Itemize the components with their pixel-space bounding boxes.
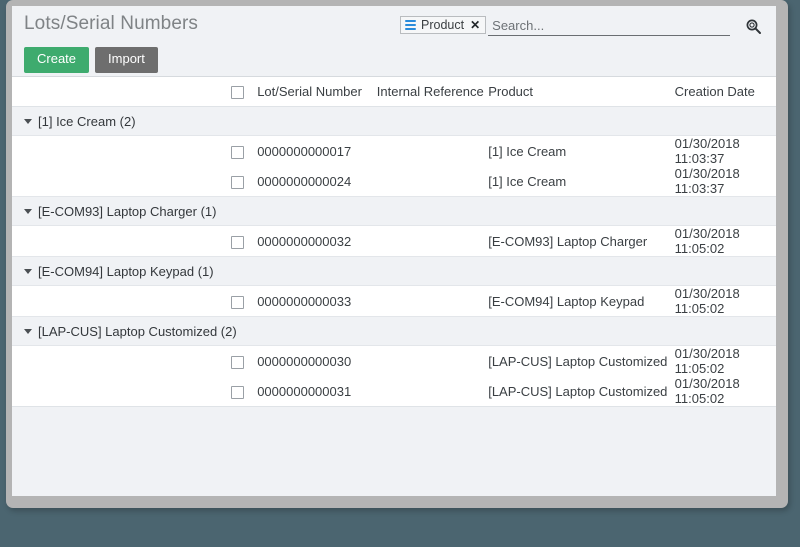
search-facet-product[interactable]: Product ✕: [400, 16, 486, 34]
caret-down-icon[interactable]: [24, 119, 32, 124]
window-content: Lots/Serial Numbers Product ✕: [12, 6, 776, 496]
row-checkbox[interactable]: [231, 176, 244, 189]
cell-internal-reference: [377, 376, 488, 406]
cell-product: [LAP-CUS] Laptop Customized: [488, 346, 674, 377]
search-facet-label: Product: [421, 19, 464, 32]
cell-internal-reference: [377, 136, 488, 167]
cell-creation-date: 01/30/2018 11:05:02: [675, 226, 776, 257]
table-row[interactable]: 0000000000017 [1] Ice Cream01/30/2018 11:…: [12, 136, 776, 167]
lots-list-table: Lot/Serial Number Internal Reference Pro…: [12, 77, 776, 406]
cell-internal-reference: [377, 346, 488, 377]
row-select-cell: [231, 136, 257, 167]
row-checkbox[interactable]: [231, 356, 244, 369]
select-all-cell: [231, 77, 257, 107]
row-select-cell: [231, 376, 257, 406]
list-lines-icon: [405, 20, 416, 30]
group-header-row[interactable]: [E-COM94] Laptop Keypad (1): [12, 257, 776, 286]
cell-creation-date: 01/30/2018 11:05:02: [675, 346, 776, 377]
cell-product: [1] Ice Cream: [488, 136, 674, 167]
table-row[interactable]: 0000000000033 [E-COM94] Laptop Keypad01/3…: [12, 286, 776, 317]
group-header-row[interactable]: [1] Ice Cream (2): [12, 107, 776, 136]
search-input[interactable]: [488, 16, 730, 36]
create-button[interactable]: Create: [24, 47, 89, 72]
cell-creation-date: 01/30/2018 11:05:02: [675, 376, 776, 406]
group-header-cell: [E-COM94] Laptop Keypad (1): [12, 257, 776, 286]
table-header: Lot/Serial Number Internal Reference Pro…: [12, 77, 776, 107]
table-row[interactable]: 0000000000032 [E-COM93] Laptop Charger01/…: [12, 226, 776, 257]
row-indent-cell: [12, 226, 231, 257]
header-internal-reference[interactable]: Internal Reference: [377, 77, 488, 107]
group-label: [1] Ice Cream (2): [38, 114, 136, 129]
row-checkbox[interactable]: [231, 386, 244, 399]
group-header-cell: [E-COM93] Laptop Charger (1): [12, 197, 776, 226]
row-checkbox[interactable]: [231, 146, 244, 159]
cell-lot-serial-number: 0000000000031: [257, 376, 377, 406]
table-row[interactable]: 0000000000031 [LAP-CUS] Laptop Customized…: [12, 376, 776, 406]
table-row[interactable]: 0000000000024 [1] Ice Cream01/30/2018 11:…: [12, 166, 776, 197]
top-bar: Lots/Serial Numbers Product ✕: [12, 6, 776, 44]
cell-lot-serial-number: 0000000000030: [257, 346, 377, 377]
caret-down-icon[interactable]: [24, 269, 32, 274]
cell-product: [LAP-CUS] Laptop Customized: [488, 376, 674, 406]
group-header-row[interactable]: [E-COM93] Laptop Charger (1): [12, 197, 776, 226]
search-area: Product ✕: [400, 6, 776, 36]
row-indent-cell: [12, 286, 231, 317]
group-header-row[interactable]: [LAP-CUS] Laptop Customized (2): [12, 317, 776, 346]
cell-creation-date: 01/30/2018 11:05:02: [675, 286, 776, 317]
group-label: [E-COM94] Laptop Keypad (1): [38, 264, 214, 279]
cell-creation-date: 01/30/2018 11:03:37: [675, 136, 776, 167]
row-indent-cell: [12, 166, 231, 197]
magnifier-icon[interactable]: [744, 17, 762, 35]
header-lot-serial-number[interactable]: Lot/Serial Number: [257, 77, 377, 107]
header-creation-date[interactable]: Creation Date: [675, 77, 776, 107]
cell-lot-serial-number: 0000000000032: [257, 226, 377, 257]
group-label: [LAP-CUS] Laptop Customized (2): [38, 324, 237, 339]
search-box: Product ✕: [400, 16, 730, 36]
cell-product: [E-COM94] Laptop Keypad: [488, 286, 674, 317]
table-header-row: Lot/Serial Number Internal Reference Pro…: [12, 77, 776, 107]
row-select-cell: [231, 286, 257, 317]
table-body: [1] Ice Cream (2) 0000000000017 [1] Ice Cr…: [12, 107, 776, 407]
cell-internal-reference: [377, 166, 488, 197]
cell-internal-reference: [377, 286, 488, 317]
cell-product: [1] Ice Cream: [488, 166, 674, 197]
row-indent-cell: [12, 136, 231, 167]
row-select-cell: [231, 166, 257, 197]
row-select-cell: [231, 226, 257, 257]
cell-lot-serial-number: 0000000000033: [257, 286, 377, 317]
row-select-cell: [231, 346, 257, 377]
row-checkbox[interactable]: [231, 296, 244, 309]
group-header-cell: [1] Ice Cream (2): [12, 107, 776, 136]
row-indent-cell: [12, 346, 231, 377]
cell-creation-date: 01/30/2018 11:03:37: [675, 166, 776, 197]
cell-internal-reference: [377, 226, 488, 257]
caret-down-icon[interactable]: [24, 209, 32, 214]
page-title: Lots/Serial Numbers: [12, 6, 198, 35]
table-row[interactable]: 0000000000030 [LAP-CUS] Laptop Customized…: [12, 346, 776, 377]
row-checkbox[interactable]: [231, 236, 244, 249]
action-bar: Create Import: [12, 44, 776, 76]
header-product[interactable]: Product: [488, 77, 674, 107]
cell-product: [E-COM93] Laptop Charger: [488, 226, 674, 257]
header-spacer: [12, 77, 231, 107]
close-x-icon[interactable]: ✕: [469, 19, 480, 31]
row-indent-cell: [12, 376, 231, 406]
empty-list-area: [12, 406, 776, 496]
caret-down-icon[interactable]: [24, 329, 32, 334]
group-header-cell: [LAP-CUS] Laptop Customized (2): [12, 317, 776, 346]
list-table-container: Lot/Serial Number Internal Reference Pro…: [12, 76, 776, 496]
select-all-checkbox[interactable]: [231, 86, 244, 99]
application-window: Lots/Serial Numbers Product ✕: [6, 0, 788, 508]
cell-lot-serial-number: 0000000000017: [257, 136, 377, 167]
cell-lot-serial-number: 0000000000024: [257, 166, 377, 197]
group-label: [E-COM93] Laptop Charger (1): [38, 204, 216, 219]
import-button[interactable]: Import: [95, 47, 158, 72]
